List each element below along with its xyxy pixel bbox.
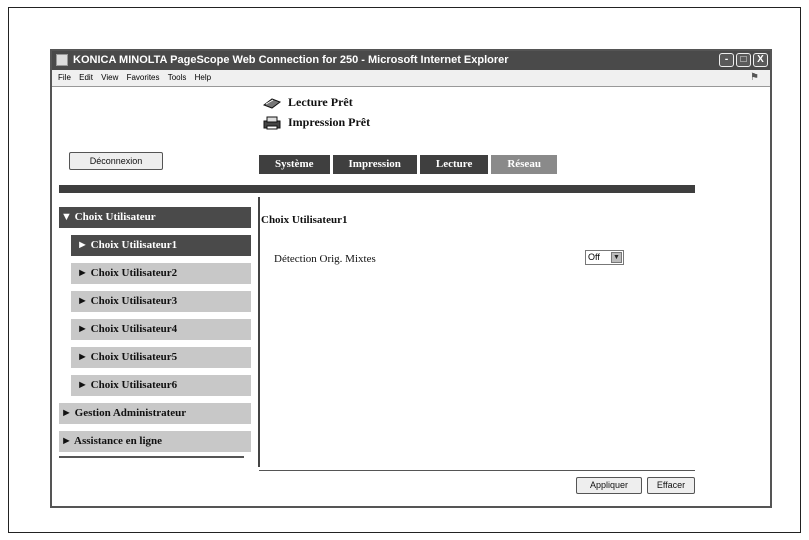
- page-title: Choix Utilisateur1: [261, 214, 348, 226]
- arrow-icon: ►: [61, 435, 72, 447]
- select-value: Off: [588, 252, 600, 262]
- window-controls: - □ X: [719, 53, 768, 67]
- sidebar-item-label: Choix Utilisateur2: [90, 267, 178, 279]
- footer-divider: [259, 470, 695, 471]
- chevron-down-icon: ▼: [611, 252, 622, 263]
- arrow-icon: ►: [61, 407, 72, 419]
- sidebar-item-user-choice-3[interactable]: ► Choix Utilisateur3: [71, 291, 251, 312]
- minimize-button[interactable]: -: [719, 53, 734, 67]
- print-status: Impression Prêt: [262, 115, 370, 130]
- tab-system[interactable]: Système: [259, 155, 330, 174]
- mixed-original-detection-label: Détection Orig. Mixtes: [274, 253, 376, 265]
- clear-button[interactable]: Effacer: [647, 477, 695, 494]
- sidebar-item-label: Choix Utilisateur3: [90, 295, 178, 307]
- main-tabs: Système Impression Lecture Réseau: [259, 155, 557, 174]
- menu-tools[interactable]: Tools: [168, 70, 187, 86]
- maximize-button[interactable]: □: [736, 53, 751, 67]
- sidebar-item-user-choice-5[interactable]: ► Choix Utilisateur5: [71, 347, 251, 368]
- arrow-icon: ►: [77, 351, 88, 363]
- sidebar-item-label: Choix Utilisateur4: [90, 323, 178, 335]
- menu-edit[interactable]: Edit: [79, 70, 93, 86]
- header-divider-bar: [59, 185, 695, 193]
- sidebar-item-label: Choix Utilisateur1: [90, 239, 178, 251]
- windows-flag-icon: ⚑: [750, 72, 759, 83]
- menu-help[interactable]: Help: [195, 70, 211, 86]
- window-title: KONICA MINOLTA PageScope Web Connection …: [73, 54, 509, 66]
- scan-status-text: Lecture Prêt: [288, 95, 353, 109]
- mixed-original-detection-select[interactable]: Off ▼: [585, 250, 624, 265]
- arrow-icon: ►: [77, 267, 88, 279]
- menu-favorites[interactable]: Favorites: [127, 70, 160, 86]
- printer-icon: [263, 116, 281, 129]
- sidebar-item-user-choice-4[interactable]: ► Choix Utilisateur4: [71, 319, 251, 340]
- menu-bar: File Edit View Favorites Tools Help ⚑: [52, 70, 770, 87]
- sidebar-item-user-choice[interactable]: ▼ Choix Utilisateur: [59, 207, 251, 228]
- sidebar-item-label: Gestion Administrateur: [74, 407, 187, 419]
- menu-file[interactable]: File: [58, 70, 71, 86]
- scanner-icon: [262, 97, 282, 109]
- sidebar-item-admin[interactable]: ► Gestion Administrateur: [59, 403, 251, 424]
- sidebar-item-label: Choix Utilisateur: [74, 211, 156, 223]
- apply-button[interactable]: Appliquer: [576, 477, 642, 494]
- sidebar-item-label: Choix Utilisateur6: [90, 379, 178, 391]
- tab-print[interactable]: Impression: [332, 155, 417, 174]
- arrow-icon: ►: [77, 323, 88, 335]
- browser-window: KONICA MINOLTA PageScope Web Connection …: [50, 49, 772, 508]
- ie-app-icon: [56, 54, 68, 66]
- arrow-icon: ►: [77, 239, 88, 251]
- arrow-icon: ►: [77, 295, 88, 307]
- close-button[interactable]: X: [753, 53, 768, 67]
- tab-network[interactable]: Réseau: [491, 155, 557, 174]
- scan-status: Lecture Prêt: [262, 95, 353, 110]
- tab-scan[interactable]: Lecture: [419, 155, 489, 174]
- sidebar-item-label: Choix Utilisateur5: [90, 351, 178, 363]
- sidebar-item-help[interactable]: ► Assistance en ligne: [59, 431, 251, 452]
- sidebar-item-label: Assistance en ligne: [74, 435, 163, 447]
- title-bar: KONICA MINOLTA PageScope Web Connection …: [52, 51, 770, 70]
- page-content: Lecture Prêt Impression Prêt Déconnexion…: [52, 87, 770, 506]
- sidebar-item-user-choice-2[interactable]: ► Choix Utilisateur2: [71, 263, 251, 284]
- sidebar-item-user-choice-6[interactable]: ► Choix Utilisateur6: [71, 375, 251, 396]
- arrow-icon: ►: [77, 379, 88, 391]
- vertical-divider: [258, 197, 260, 467]
- expanded-arrow-icon: ▼: [61, 211, 72, 223]
- sidebar-divider: [59, 456, 244, 458]
- logout-button[interactable]: Déconnexion: [69, 152, 163, 170]
- menu-view[interactable]: View: [101, 70, 118, 86]
- sidebar-item-user-choice-1[interactable]: ► Choix Utilisateur1: [71, 235, 251, 256]
- print-status-text: Impression Prêt: [288, 115, 371, 129]
